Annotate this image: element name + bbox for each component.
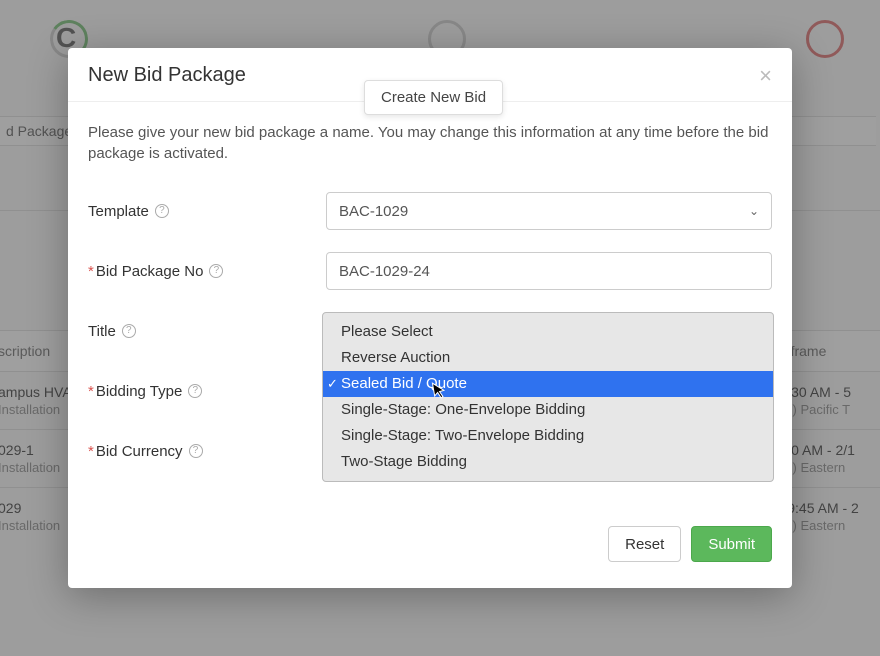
form-row-bid-package-no: *Bid Package No ? BAC-1029-24 [88,252,772,290]
bidding-type-option[interactable]: Single-Stage: One-Envelope Bidding [323,397,773,423]
help-icon[interactable]: ? [188,384,202,398]
bidding-type-option-selected[interactable]: ✓ Sealed Bid / Quote [323,371,773,397]
bid-package-no-value: BAC-1029-24 [339,263,430,280]
bidding-type-option[interactable]: Single-Stage: Two-Envelope Bidding [323,423,773,449]
template-select[interactable]: BAC-1029 ⌄ [326,192,772,230]
label-bidding-type: *Bidding Type ? [88,383,326,400]
reset-button[interactable]: Reset [608,526,681,562]
close-icon[interactable]: × [759,65,772,87]
modal-title: New Bid Package [88,64,246,87]
label-template: Template ? [88,203,326,220]
bidding-type-option[interactable]: Two-Stage Bidding [323,449,773,475]
help-icon[interactable]: ? [209,264,223,278]
modal-footer: Reset Submit [68,512,792,580]
help-icon[interactable]: ? [189,444,203,458]
submit-button[interactable]: Submit [691,526,772,562]
help-icon[interactable]: ? [122,324,136,338]
bid-package-no-input[interactable]: BAC-1029-24 [326,252,772,290]
label-title: Title ? [88,323,326,340]
bidding-type-option[interactable]: Please Select [323,319,773,345]
form-row-template: Template ? BAC-1029 ⌄ [88,192,772,230]
new-bid-package-modal: New Bid Package × Create New Bid Please … [68,48,792,588]
label-bid-package-no: *Bid Package No ? [88,263,326,280]
label-bid-currency: *Bid Currency ? [88,443,326,460]
bidding-type-option[interactable]: Reverse Auction [323,345,773,371]
bidding-type-dropdown[interactable]: Please Select Reverse Auction ✓ Sealed B… [322,312,774,482]
chevron-down-icon: ⌄ [749,204,759,218]
modal-instructions: Please give your new bid package a name.… [88,122,772,164]
create-new-bid-tooltip: Create New Bid [364,80,503,115]
check-icon: ✓ [327,373,338,395]
help-icon[interactable]: ? [155,204,169,218]
template-select-value: BAC-1029 [339,203,408,220]
